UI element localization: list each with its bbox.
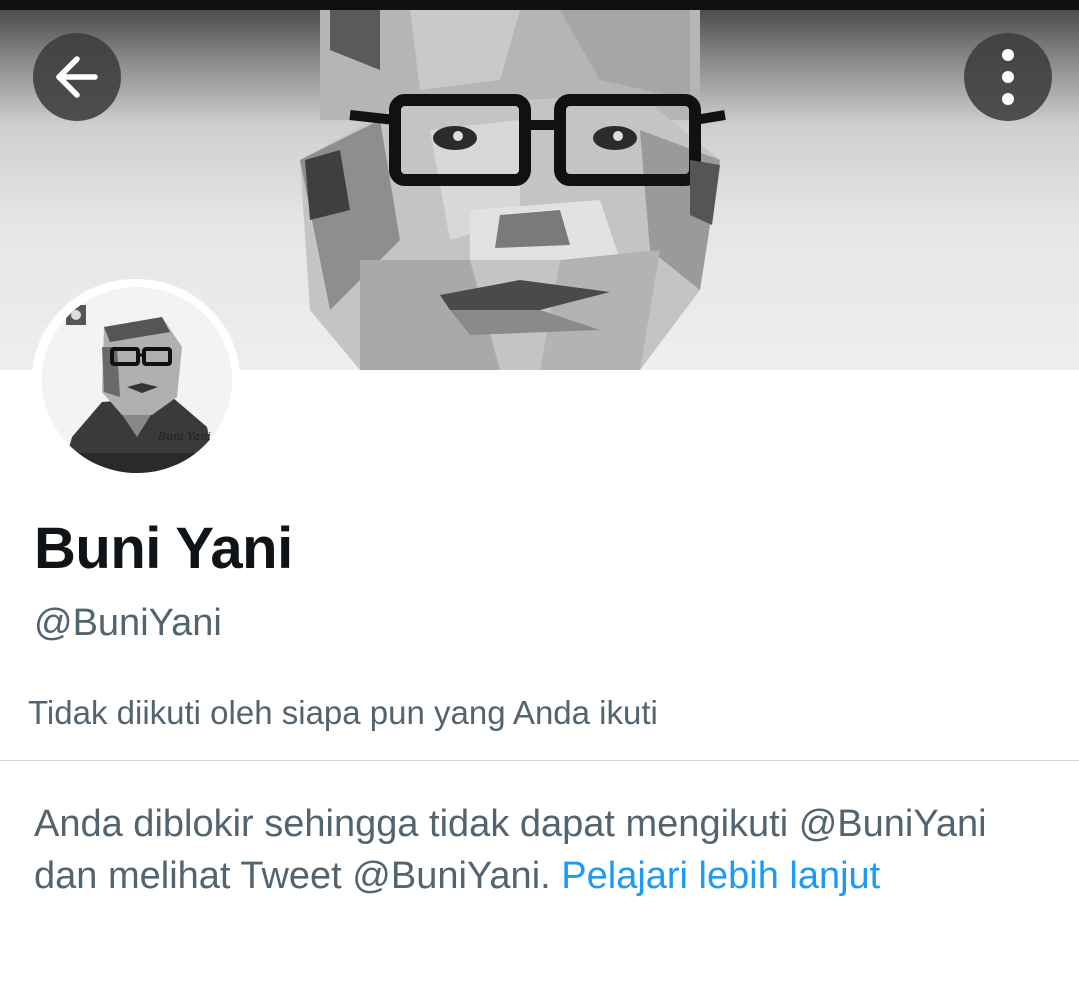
- blocked-notice-line1: Anda diblokir sehingga tidak dapat mengi…: [34, 803, 789, 845]
- blocked-notice: Anda diblokir sehingga tidak dapat mengi…: [34, 798, 1044, 902]
- followed-by-info: Tidak diikuti oleh siapa pun yang Anda i…: [28, 694, 658, 731]
- more-vertical-icon: [1002, 49, 1014, 105]
- avatar[interactable]: Buni Yani: [42, 287, 232, 473]
- avatar-portrait-illustration: [42, 287, 232, 473]
- status-bar-edge: [0, 0, 1079, 10]
- back-button[interactable]: [33, 33, 121, 121]
- profile-display-name: Buni Yani: [34, 516, 293, 581]
- arrow-left-icon: [56, 56, 98, 98]
- avatar-signature: Buni Yani: [158, 430, 211, 443]
- more-options-button[interactable]: [964, 33, 1052, 121]
- section-divider: [0, 760, 1079, 761]
- learn-more-link[interactable]: Pelajari lebih lanjut: [561, 855, 880, 897]
- profile-handle: @BuniYani: [34, 602, 222, 644]
